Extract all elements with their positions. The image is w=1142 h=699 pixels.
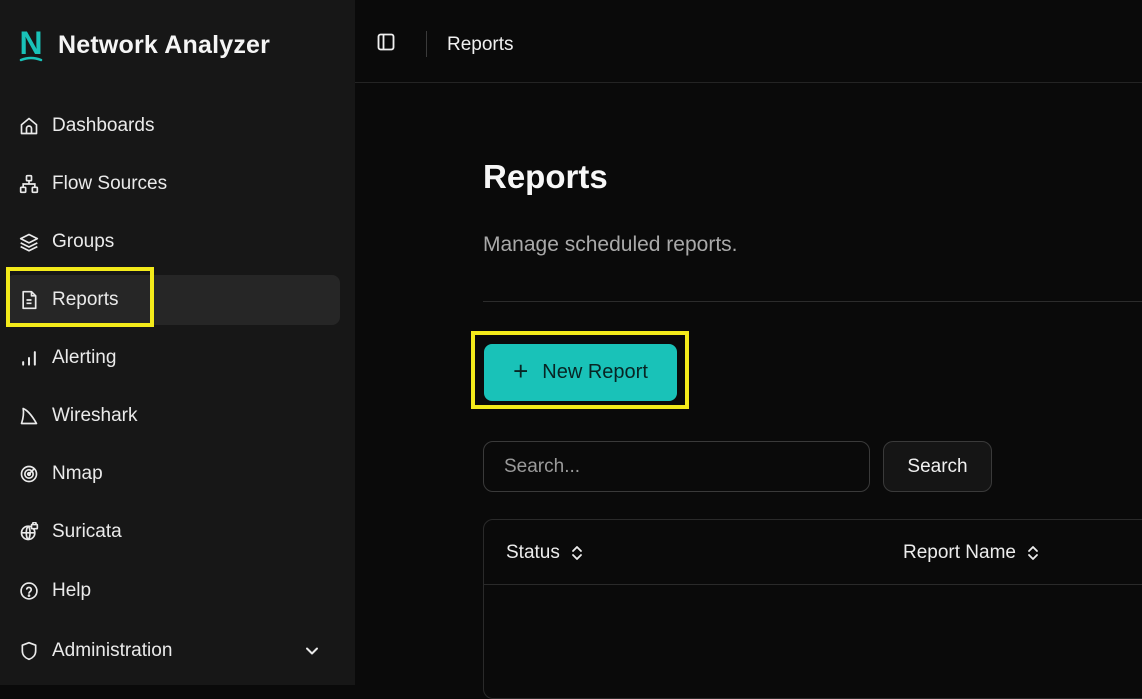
- sidebar-toggle-icon[interactable]: [376, 32, 396, 52]
- help-circle-icon: [18, 580, 40, 602]
- sidebar-item-help[interactable]: Help: [6, 566, 340, 616]
- layers-icon: [18, 231, 40, 253]
- search-button-label: Search: [907, 455, 968, 477]
- sidebar-item-label: Nmap: [52, 463, 103, 484]
- sidebar-item-dashboards[interactable]: Dashboards: [6, 101, 340, 151]
- sidebar-item-label: Reports: [52, 289, 119, 310]
- new-report-button[interactable]: + New Report: [484, 344, 677, 401]
- reports-table: Status Report Name: [483, 519, 1142, 699]
- sidebar-item-label: Suricata: [52, 521, 122, 542]
- file-text-icon: [18, 289, 40, 311]
- table-header: Status Report Name: [484, 520, 1142, 585]
- sidebar: N Network Analyzer Dashboards Flow Sourc…: [0, 0, 355, 685]
- sidebar-item-flow-sources[interactable]: Flow Sources: [6, 159, 340, 209]
- globe-lock-icon: [18, 521, 40, 543]
- sidebar-item-label: Flow Sources: [52, 173, 168, 194]
- topbar-divider: [426, 31, 427, 57]
- bar-chart-icon: [18, 347, 40, 369]
- sidebar-item-label: Wireshark: [52, 405, 138, 426]
- new-report-label: New Report: [542, 361, 648, 383]
- chevron-down-icon[interactable]: [302, 641, 322, 661]
- network-icon: [18, 173, 40, 195]
- breadcrumb: Reports: [447, 34, 514, 55]
- shark-fin-icon: [18, 405, 40, 427]
- sidebar-item-reports[interactable]: Reports: [6, 275, 340, 325]
- sort-icon: [1026, 544, 1040, 562]
- network-analyzer-logo-icon: N: [18, 27, 44, 63]
- main-content: Reports Reports Manage scheduled reports…: [355, 0, 1142, 699]
- shield-icon: [18, 640, 40, 662]
- column-header-status[interactable]: Status: [506, 542, 584, 564]
- sidebar-item-alerting[interactable]: Alerting: [6, 333, 340, 383]
- sidebar-item-nmap[interactable]: Nmap: [6, 449, 340, 499]
- sidebar-item-groups[interactable]: Groups: [6, 217, 340, 267]
- section-divider: [483, 301, 1142, 302]
- page-subtitle: Manage scheduled reports.: [483, 233, 738, 256]
- sidebar-item-suricata[interactable]: Suricata: [6, 507, 340, 557]
- top-bar: Reports: [355, 0, 1142, 83]
- sidebar-item-label: Alerting: [52, 347, 117, 368]
- search-input[interactable]: [483, 441, 870, 492]
- sidebar-item-administration[interactable]: Administration: [6, 626, 340, 676]
- app-title: Network Analyzer: [58, 30, 271, 59]
- sidebar-item-wireshark[interactable]: Wireshark: [6, 391, 340, 441]
- page-title: Reports: [483, 158, 608, 195]
- logo-letter: N: [19, 27, 42, 61]
- sidebar-item-label: Dashboards: [52, 115, 155, 136]
- home-icon: [18, 115, 40, 137]
- plus-icon: +: [513, 356, 529, 386]
- sort-icon: [570, 544, 584, 562]
- column-header-report-name[interactable]: Report Name: [903, 542, 1040, 564]
- search-button[interactable]: Search: [883, 441, 992, 492]
- brand[interactable]: N Network Analyzer: [18, 22, 270, 68]
- radar-icon: [18, 463, 40, 485]
- column-header-label: Report Name: [903, 542, 1016, 563]
- sidebar-item-label: Groups: [52, 231, 115, 252]
- column-header-label: Status: [506, 542, 560, 563]
- sidebar-item-label: Help: [52, 580, 92, 601]
- sidebar-item-label: Administration: [52, 640, 173, 661]
